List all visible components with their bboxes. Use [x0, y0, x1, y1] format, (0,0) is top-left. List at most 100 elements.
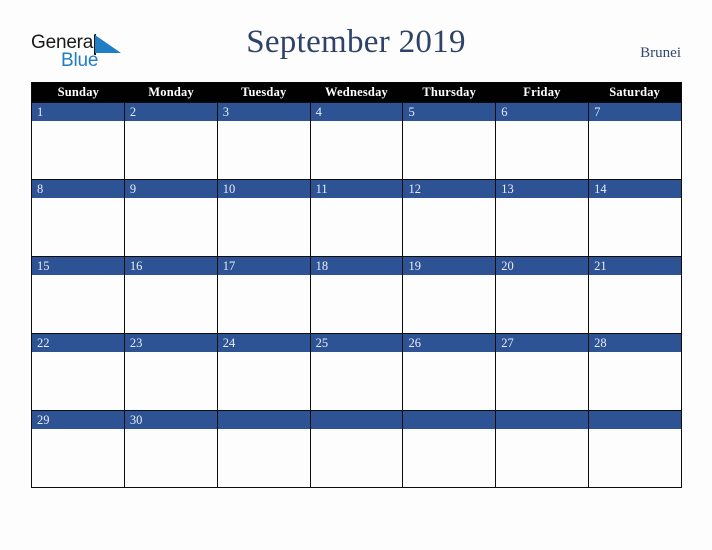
day-number: 20	[496, 257, 589, 275]
day-cell[interactable]	[588, 411, 682, 487]
day-cell[interactable]: 10	[216, 180, 310, 256]
day-events[interactable]	[124, 429, 217, 487]
day-events[interactable]	[403, 275, 496, 333]
day-cell[interactable]: 5	[402, 103, 496, 179]
day-events[interactable]	[124, 352, 217, 410]
day-cell[interactable]: 21	[588, 257, 682, 333]
day-number: 22	[32, 334, 124, 352]
day-cell[interactable]: 24	[216, 334, 310, 410]
day-number	[403, 411, 496, 429]
day-events[interactable]	[310, 275, 403, 333]
day-events[interactable]	[496, 275, 589, 333]
day-cell[interactable]: 22	[32, 334, 124, 410]
day-cell[interactable]	[402, 411, 496, 487]
day-cell[interactable]: 13	[495, 180, 589, 256]
day-events[interactable]	[589, 429, 682, 487]
day-cell[interactable]: 26	[402, 334, 496, 410]
day-number: 21	[589, 257, 682, 275]
day-events[interactable]	[32, 275, 124, 333]
day-number	[589, 411, 682, 429]
day-number: 7	[589, 103, 682, 121]
day-events[interactable]	[403, 198, 496, 256]
day-events[interactable]	[217, 121, 310, 179]
day-events[interactable]	[217, 198, 310, 256]
week-row: 22 23 24 25 26 27 28	[32, 333, 682, 410]
day-number	[217, 411, 310, 429]
day-number	[496, 411, 589, 429]
day-events[interactable]	[32, 352, 124, 410]
day-events[interactable]	[496, 352, 589, 410]
day-events[interactable]	[124, 121, 217, 179]
day-events[interactable]	[310, 198, 403, 256]
day-events[interactable]	[589, 352, 682, 410]
day-events[interactable]	[124, 275, 217, 333]
day-events[interactable]	[217, 352, 310, 410]
day-number: 28	[589, 334, 682, 352]
day-number: 25	[310, 334, 403, 352]
weekday-header-monday: Monday	[124, 82, 218, 102]
day-events[interactable]	[403, 352, 496, 410]
day-events[interactable]	[403, 429, 496, 487]
day-events[interactable]	[310, 429, 403, 487]
day-cell[interactable]: 30	[123, 411, 217, 487]
day-events[interactable]	[32, 429, 124, 487]
weekday-header-sunday: Sunday	[32, 82, 125, 102]
day-events[interactable]	[589, 198, 682, 256]
day-events[interactable]	[496, 121, 589, 179]
day-number: 27	[496, 334, 589, 352]
day-cell[interactable]: 4	[309, 103, 403, 179]
day-cell[interactable]: 27	[495, 334, 589, 410]
day-events[interactable]	[496, 429, 589, 487]
day-cell[interactable]: 29	[32, 411, 124, 487]
day-number: 12	[403, 180, 496, 198]
calendar-page: General Blue September 2019 Brunei Sunda…	[0, 0, 712, 550]
day-cell[interactable]: 17	[216, 257, 310, 333]
day-number: 3	[217, 103, 310, 121]
day-number: 5	[403, 103, 496, 121]
day-events[interactable]	[403, 121, 496, 179]
day-cell[interactable]: 11	[309, 180, 403, 256]
day-cell[interactable]: 2	[123, 103, 217, 179]
day-cell[interactable]: 6	[495, 103, 589, 179]
week-row: 29 30	[32, 410, 682, 487]
day-cell[interactable]: 14	[588, 180, 682, 256]
day-cell[interactable]: 18	[309, 257, 403, 333]
day-events[interactable]	[217, 275, 310, 333]
day-cell[interactable]	[216, 411, 310, 487]
day-cell[interactable]: 20	[495, 257, 589, 333]
day-events[interactable]	[589, 275, 682, 333]
day-events[interactable]	[496, 198, 589, 256]
day-cell[interactable]	[309, 411, 403, 487]
day-cell[interactable]: 15	[32, 257, 124, 333]
day-cell[interactable]: 8	[32, 180, 124, 256]
day-events[interactable]	[217, 429, 310, 487]
day-number: 24	[217, 334, 310, 352]
day-cell[interactable]: 28	[588, 334, 682, 410]
day-cell[interactable]: 9	[123, 180, 217, 256]
calendar-grid: Sunday Monday Tuesday Wednesday Thursday…	[31, 82, 682, 488]
day-cell[interactable]: 16	[123, 257, 217, 333]
day-cell[interactable]: 25	[309, 334, 403, 410]
weekday-header-saturday: Saturday	[588, 82, 682, 102]
day-events[interactable]	[310, 352, 403, 410]
day-cell[interactable]: 19	[402, 257, 496, 333]
day-events[interactable]	[32, 121, 124, 179]
day-number: 17	[217, 257, 310, 275]
day-events[interactable]	[589, 121, 682, 179]
day-cell[interactable]	[495, 411, 589, 487]
day-number: 14	[589, 180, 682, 198]
weekday-header-row: Sunday Monday Tuesday Wednesday Thursday…	[32, 82, 682, 102]
day-number: 4	[310, 103, 403, 121]
day-number: 1	[32, 103, 124, 121]
day-cell[interactable]: 23	[123, 334, 217, 410]
day-events[interactable]	[310, 121, 403, 179]
day-cell[interactable]: 3	[216, 103, 310, 179]
weekday-header-tuesday: Tuesday	[217, 82, 311, 102]
day-events[interactable]	[32, 198, 124, 256]
day-events[interactable]	[124, 198, 217, 256]
day-cell[interactable]: 1	[32, 103, 124, 179]
day-number: 26	[403, 334, 496, 352]
day-cell[interactable]: 7	[588, 103, 682, 179]
day-number: 8	[32, 180, 124, 198]
day-cell[interactable]: 12	[402, 180, 496, 256]
